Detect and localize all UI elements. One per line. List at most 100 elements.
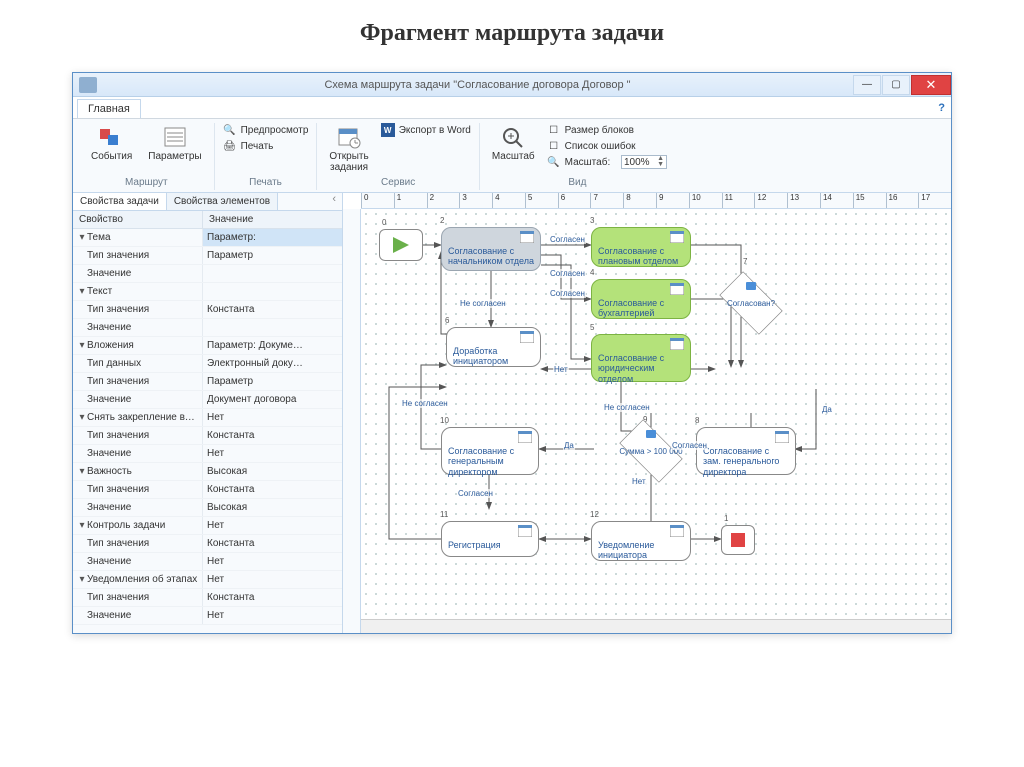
task-icon [520, 231, 534, 243]
node-approval-legal[interactable]: 5 Согласование с юридическим отделом [591, 334, 691, 382]
decision-sum[interactable]: 9 Сумма > 100 000 [611, 427, 691, 475]
prop-row[interactable]: Тип значенияКонстанта [73, 589, 342, 607]
page-title: Фрагмент маршрута задачи [30, 20, 994, 47]
ribbon-tabs: Главная ? [73, 97, 951, 119]
errors-check[interactable]: ☐Список ошибок [547, 139, 667, 153]
zoom-spinbox[interactable]: 100%▲▼ [621, 155, 667, 169]
task-icon [518, 431, 532, 443]
task-icon [670, 283, 684, 295]
prop-group-row[interactable]: ▾Текст [73, 283, 342, 301]
stop-icon [731, 533, 745, 547]
prop-row[interactable]: Тип значенияКонстанта [73, 481, 342, 499]
prop-row[interactable]: ЗначениеНет [73, 445, 342, 463]
blocksize-check[interactable]: ☐Размер блоков [547, 123, 667, 137]
prop-row[interactable]: ЗначениеНет [73, 607, 342, 625]
edge-label: Да [563, 441, 575, 450]
ribbon-group-route: События Параметры Маршрут [79, 123, 215, 190]
prop-group-row[interactable]: ▾ВажностьВысокая [73, 463, 342, 481]
prop-row[interactable]: Тип значенияПараметр [73, 247, 342, 265]
edge-label: Согласен [549, 269, 586, 278]
prop-group-row[interactable]: ▾ВложенияПараметр: Докуме… [73, 337, 342, 355]
edge-label: Согласен [671, 441, 708, 450]
val-col-head: Значение [203, 211, 259, 228]
canvas-wrap: 01234567891011121314151617 [343, 193, 951, 633]
node-rework[interactable]: 6 Доработка инициатором [446, 327, 541, 367]
node-registration[interactable]: 11 Регистрация [441, 521, 539, 557]
prop-row[interactable]: Значение [73, 319, 342, 337]
ribbon: События Параметры Маршрут 🔍Предпросмотр … [73, 119, 951, 193]
edge-label: Согласен [457, 489, 494, 498]
window-title: Схема маршрута задачи "Согласование дого… [103, 79, 852, 91]
prop-row[interactable]: Тип значенияКонстанта [73, 301, 342, 319]
zoom-button[interactable]: Масштаб [488, 123, 539, 164]
node-approval-general[interactable]: 10 Согласование с генеральным директором [441, 427, 539, 475]
prop-group-row[interactable]: ▾Снять закрепление вло…Нет [73, 409, 342, 427]
prop-group-row[interactable]: ▾ТемаПараметр: [73, 229, 342, 247]
help-icon[interactable]: ? [938, 102, 945, 114]
ribbon-group-print: 🔍Предпросмотр 🖨Печать Печать [215, 123, 318, 190]
prop-group-row[interactable]: ▾Уведомления об этапахНет [73, 571, 342, 589]
scrollbar-horizontal[interactable] [361, 619, 951, 633]
group-view-label: Вид [488, 177, 667, 188]
start-node[interactable]: 0 [379, 229, 423, 261]
ruler-vertical [343, 209, 361, 633]
print-button[interactable]: 🖨Печать [223, 139, 309, 153]
collapse-panel-button[interactable]: ‹ [326, 193, 342, 210]
close-button[interactable]: ✕ [911, 75, 951, 95]
prop-col-head: Свойство [73, 211, 203, 228]
params-button[interactable]: Параметры [144, 123, 205, 164]
zoom-label: Масштаб [492, 151, 535, 162]
prop-row[interactable]: ЗначениеВысокая [73, 499, 342, 517]
task-icon [670, 338, 684, 350]
ribbon-group-view: Масштаб ☐Размер блоков ☐Список ошибок 🔍М… [480, 123, 675, 190]
task-icon [518, 525, 532, 537]
prop-row[interactable]: Значение [73, 265, 342, 283]
app-icon [79, 77, 97, 93]
magnifier-icon: 🔍 [223, 123, 237, 137]
maximize-button[interactable]: ▢ [882, 75, 910, 95]
prop-row[interactable]: Тип значенияКонстанта [73, 427, 342, 445]
titlebar: Схема маршрута задачи "Согласование дого… [73, 73, 951, 97]
edge-label: Согласен [549, 235, 586, 244]
preview-button[interactable]: 🔍Предпросмотр [223, 123, 309, 137]
task-icon [670, 231, 684, 243]
node-approval-head[interactable]: 2 Согласование с начальником отдела [441, 227, 541, 271]
prop-row[interactable]: Тип значенияКонстанта [73, 535, 342, 553]
side-tabs: Свойства задачи Свойства элементов ‹ [73, 193, 342, 211]
printer-icon: 🖨 [223, 139, 237, 153]
minimize-button[interactable]: — [853, 75, 881, 95]
prop-row[interactable]: Тип данныхЭлектронный доку… [73, 355, 342, 373]
property-grid[interactable]: Свойство Значение ▾ТемаПараметр:Тип знач… [73, 211, 342, 633]
edge-label: Не согласен [401, 399, 449, 408]
group-print-label: Печать [223, 177, 309, 188]
open-tasks-button[interactable]: Открыть задания [325, 123, 372, 175]
prop-group-row[interactable]: ▾Контроль задачиНет [73, 517, 342, 535]
zoom-field: 🔍Масштаб: 100%▲▼ [547, 155, 667, 169]
edges [361, 209, 951, 633]
ribbon-group-service: Открыть задания WЭкспорт в Word Сервис [317, 123, 479, 190]
params-label: Параметры [148, 151, 201, 162]
prop-row[interactable]: ЗначениеДокумент договора [73, 391, 342, 409]
node-approval-deputy[interactable]: 8 Согласование с зам. генерального дирек… [696, 427, 796, 475]
node-approval-accounting[interactable]: 4 Согласование с бухгалтерией [591, 279, 691, 319]
export-word-button[interactable]: WЭкспорт в Word [381, 123, 471, 137]
task-icon [520, 331, 534, 343]
diagram-canvas[interactable]: 0 2 Согласование с начальником отдела 3 … [361, 209, 951, 633]
tab-element-props[interactable]: Свойства элементов [167, 193, 278, 210]
edge-label: Согласен [549, 289, 586, 298]
end-node[interactable]: 1 [721, 525, 755, 555]
node-notify[interactable]: 12 Уведомление инициатора [591, 521, 691, 561]
app-window: Схема маршрута задачи "Согласование дого… [72, 72, 952, 634]
group-route-label: Маршрут [87, 177, 206, 188]
decision-approved[interactable]: 7 Согласован? [711, 279, 791, 327]
edge-label: Нет [553, 365, 569, 374]
word-icon: W [381, 123, 395, 137]
events-button[interactable]: События [87, 123, 136, 164]
main-area: Свойства задачи Свойства элементов ‹ Сво… [73, 193, 951, 633]
prop-row[interactable]: ЗначениеНет [73, 553, 342, 571]
edge-label: Да [821, 405, 833, 414]
prop-row[interactable]: Тип значенияПараметр [73, 373, 342, 391]
tab-task-props[interactable]: Свойства задачи [73, 193, 167, 210]
tab-main[interactable]: Главная [77, 99, 141, 118]
node-approval-plan[interactable]: 3 Согласование с плановым отделом [591, 227, 691, 267]
